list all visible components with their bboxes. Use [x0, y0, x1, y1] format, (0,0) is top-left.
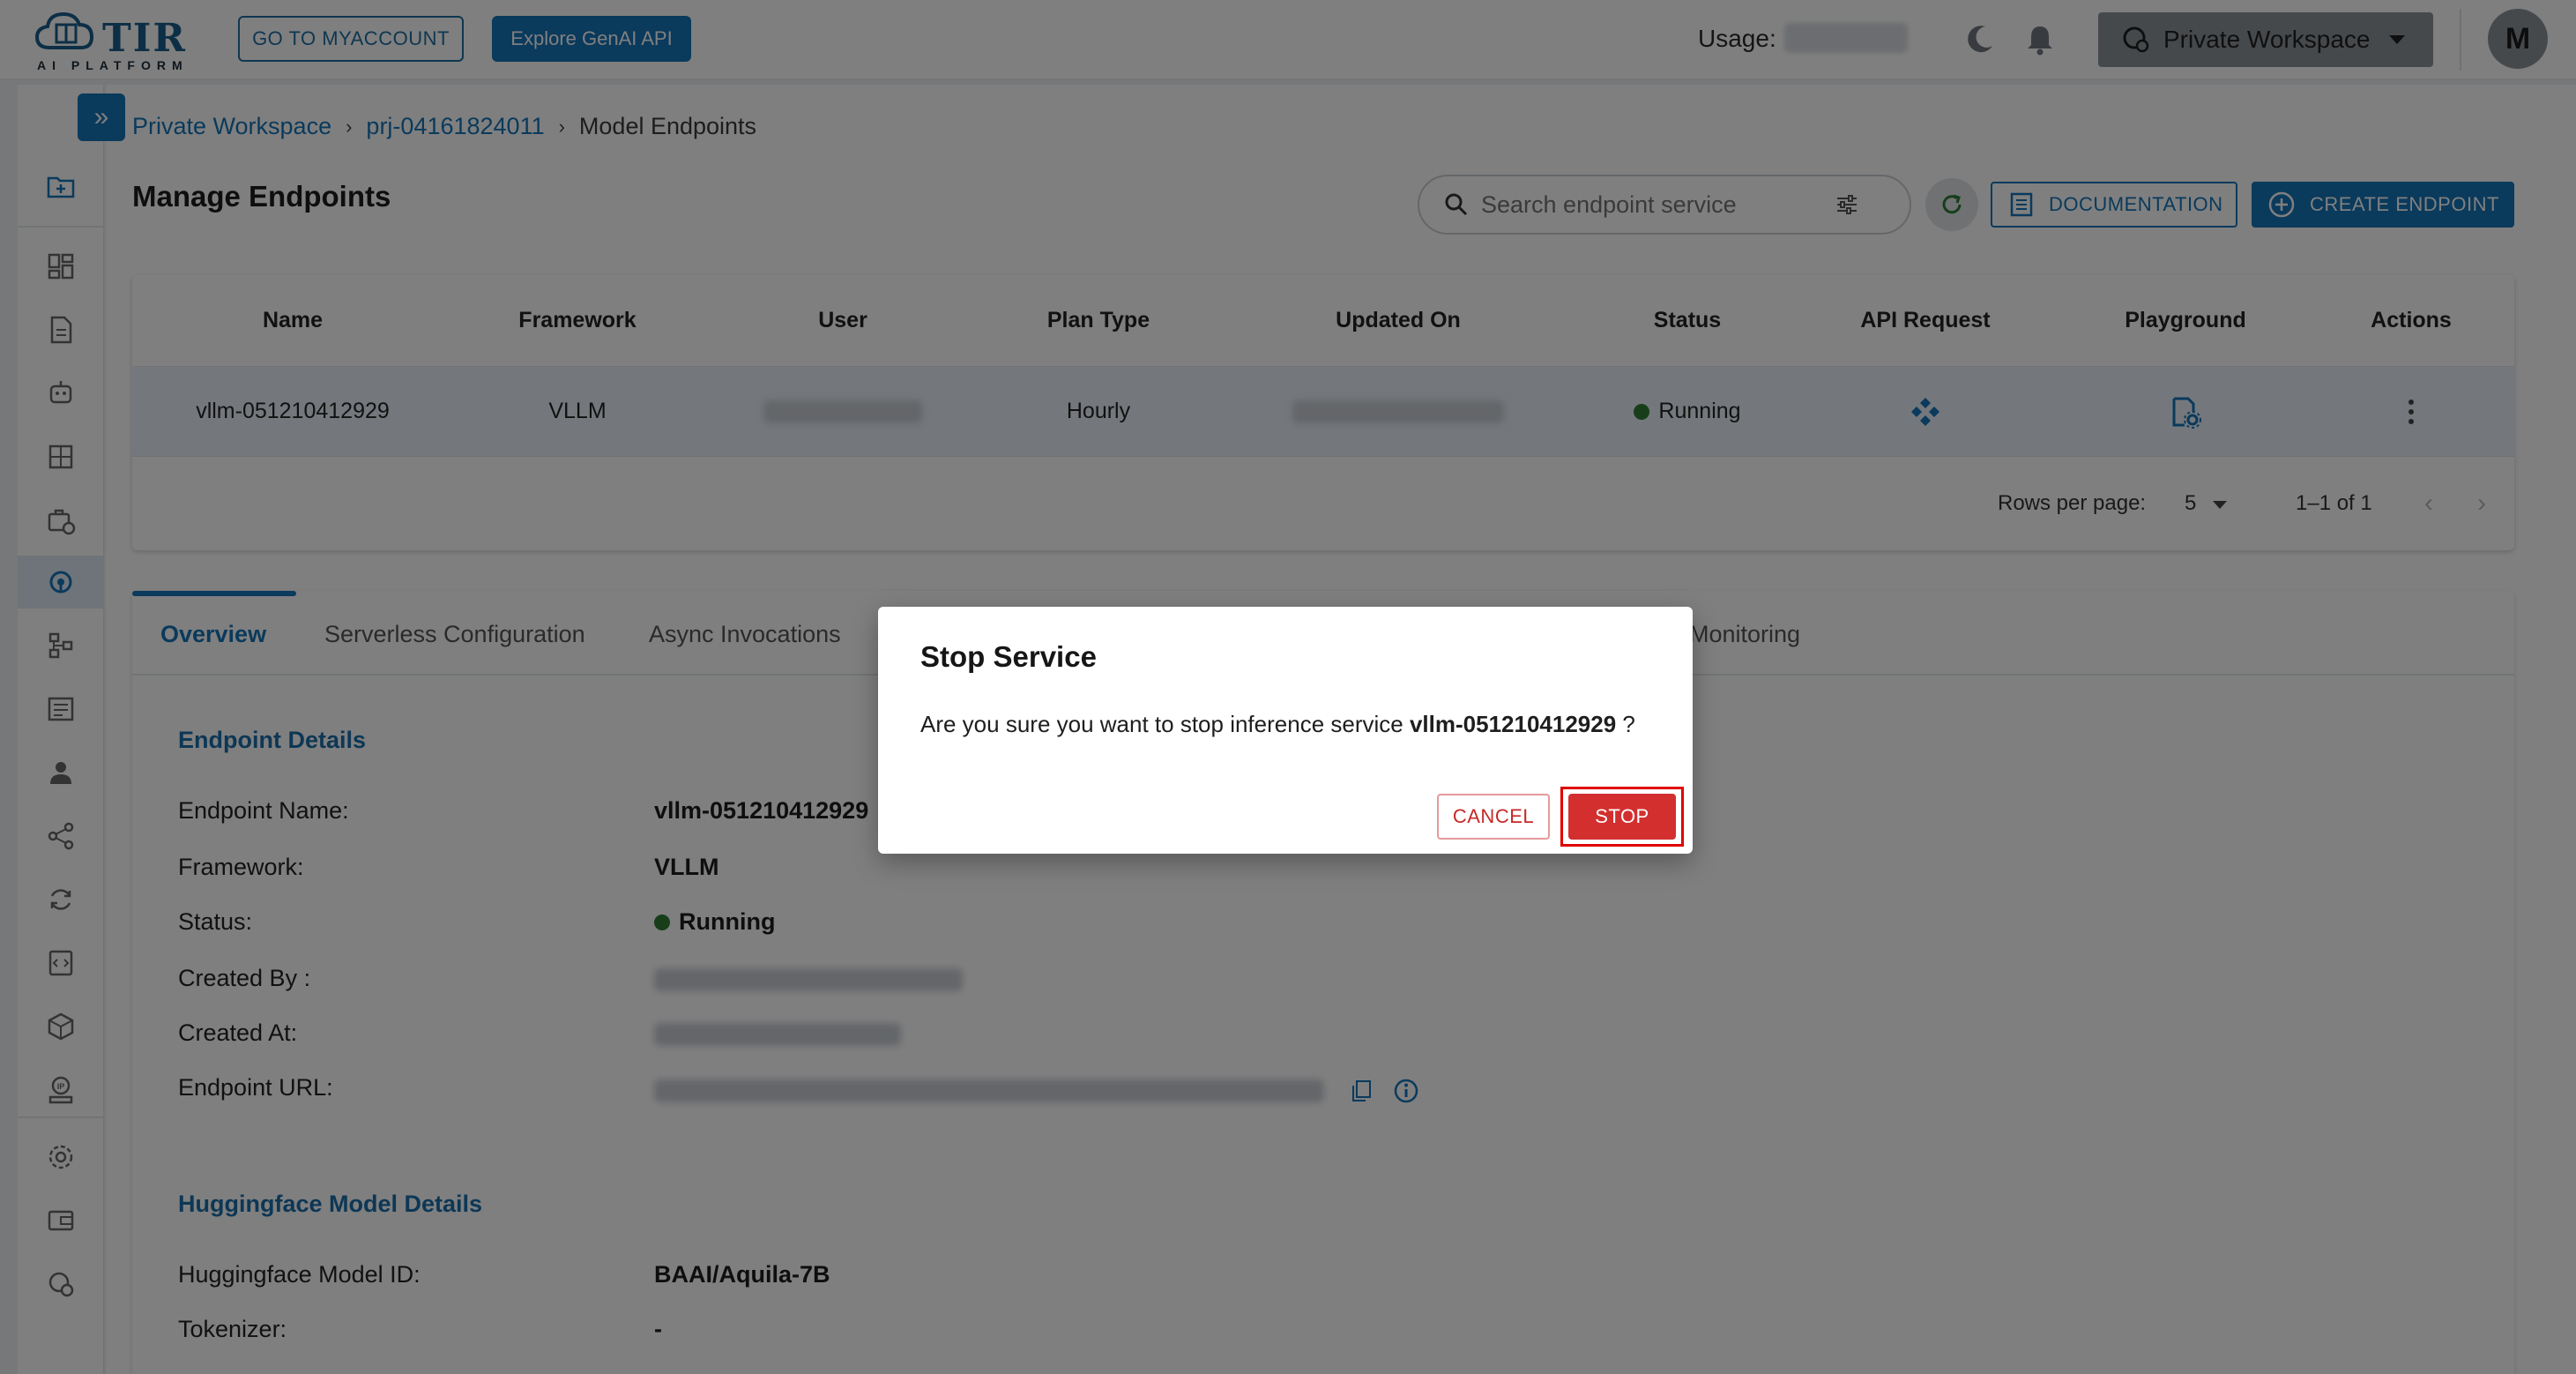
dialog-message: Are you sure you want to stop inference …: [920, 711, 1635, 738]
cancel-button[interactable]: CANCEL: [1437, 794, 1550, 840]
dialog-message-suffix: ?: [1622, 711, 1635, 737]
stop-button[interactable]: STOP: [1568, 794, 1676, 840]
dialog-service-name: vllm-051210412929: [1409, 711, 1617, 737]
stop-button-highlight: STOP: [1560, 787, 1684, 847]
stop-service-dialog: Stop Service Are you sure you want to st…: [878, 607, 1693, 854]
dialog-title: Stop Service: [920, 640, 1097, 673]
dialog-message-prefix: Are you sure you want to stop inference …: [920, 711, 1403, 737]
